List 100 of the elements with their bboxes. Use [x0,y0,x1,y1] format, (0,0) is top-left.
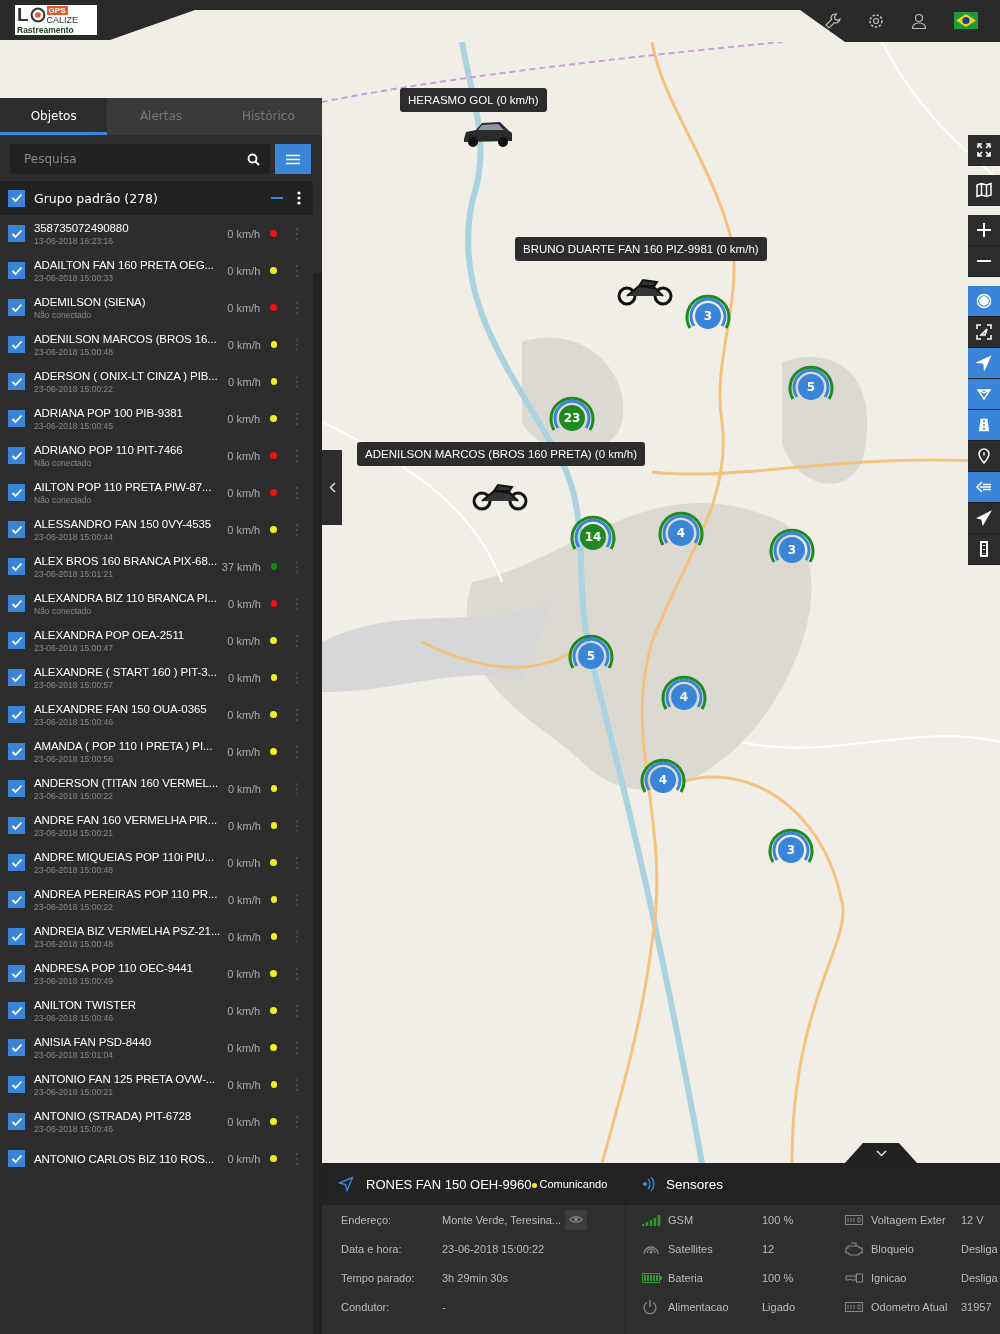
speed-text: 0 km/h [226,1152,261,1165]
checkbox[interactable] [8,1002,25,1019]
object-row[interactable]: ALESSANDRO FAN 150 0VY-4535 23-06-2018 15:00:44 0 km/h [0,511,313,548]
checkbox[interactable] [8,854,25,871]
object-row[interactable]: ANDREIA BIZ VERMELHA PSZ-21... 23-06-2018 15:00:48 0 km/h [0,918,313,955]
object-row[interactable]: ALEXANDRE ( START 160 ) PIT-3... 23-06-2018 15:00:57 0 km/h [0,659,313,696]
object-timestamp: Não conectado [34,494,93,505]
checkbox[interactable] [8,1113,25,1130]
tab[interactable]: Objetos [0,98,108,135]
object-row[interactable]: ALEXANDRA BIZ 110 BRANCA PI... Não conectado 0 km/h [0,585,313,622]
object-row[interactable]: ANDREA PEREIRAS POP 110 PR... 23-06-2018 15:00:22 0 km/h [0,881,313,918]
checkbox[interactable] [8,373,25,390]
checkbox[interactable] [8,484,25,501]
object-row[interactable]: ANDRE MIQUEIAS POP 110i PIU... 23-06-2018 15:00:48 0 km/h [0,844,313,881]
check-icon [10,193,23,203]
wrench-icon[interactable] [825,12,841,29]
checkbox[interactable] [8,299,25,316]
object-row[interactable]: ADRIANA POP 100 PIB-9381 23-06-2018 15:00:45 0 km/h [0,400,313,437]
object-row[interactable]: ANISIA FAN PSD-8440 23-06-2018 15:01:04 0 km/h [0,1029,313,1066]
frame-button[interactable] [968,317,1000,348]
user-icon[interactable] [911,12,927,29]
cluster-button[interactable] [968,286,1000,317]
object-row[interactable]: ALEXANDRE FAN 150 OUA-0365 23-06-2018 15:00:46 0 km/h [0,696,313,733]
fullscreen-button[interactable] [968,135,1000,166]
check-icon [10,1153,23,1164]
list-button[interactable] [968,472,1000,503]
checkbox[interactable] [8,706,25,723]
kebab-icon[interactable] [297,191,301,205]
checkbox[interactable] [8,336,25,353]
pointer-icon [976,510,992,526]
checkbox[interactable] [8,189,25,207]
engine-icon [845,1241,863,1256]
checkbox[interactable] [8,447,25,464]
navigate-button[interactable] [968,348,1000,379]
object-row[interactable]: ANDRESA POP 110 OEC-9441 23-06-2018 15:00:49 0 km/h [0,955,313,992]
checkbox[interactable] [8,521,25,538]
checkbox[interactable] [8,817,25,834]
speed-text: 0 km/h [226,264,261,277]
route-button[interactable] [968,379,1000,410]
object-row[interactable]: ADENILSON MARCOS (BROS 16... 23-06-2018 15:00:48 0 km/h [0,326,313,363]
view-button[interactable] [565,1209,588,1230]
speed-text: 37 km/h [220,560,261,573]
checkbox[interactable] [8,632,25,649]
group-header[interactable]: Grupo padrão (278) [0,181,313,215]
checkbox[interactable] [8,965,25,982]
checkbox[interactable] [8,780,25,797]
target-icon [29,7,46,23]
scrollbar[interactable] [313,273,322,1334]
checkbox[interactable] [8,928,25,945]
road-button[interactable] [968,410,1000,441]
object-row[interactable]: ANTONIO FAN 125 PRETA OVW-... 23-06-2018 15:00:21 0 km/h [0,1066,313,1103]
checkbox[interactable] [8,558,25,575]
object-row[interactable]: ANILTON TWISTER 23-06-2018 15:00:46 0 km/h [0,992,313,1029]
object-row[interactable]: ADEMILSON (SIENA) Não conectado 0 km/h [0,289,313,326]
search-icon[interactable] [247,152,260,166]
checkbox[interactable] [8,743,25,760]
object-row[interactable]: ADRIANO POP 110 PIT-7466 Não conectado 0 km/h [0,437,313,474]
pin-button[interactable] [968,441,1000,472]
object-name: ADRIANO POP 110 PIT-7466 [34,443,184,456]
object-row[interactable]: ADERSON ( ONIX-LT CINZA ) PIB... 23-06-2018 15:00:22 0 km/h [0,363,313,400]
object-row[interactable]: ANTONIO (STRADA) PIT-6728 23-06-2018 15:00:46 0 km/h [0,1103,313,1140]
checkbox[interactable] [8,1039,25,1056]
traffic-button[interactable] [968,534,1000,565]
object-row[interactable]: ANDRE FAN 160 VERMELHA PIR... 23-06-2018 15:00:21 0 km/h [0,807,313,844]
object-row[interactable]: ALEX BROS 160 BRANCA PIX-68... 23-06-2018 15:01:21 37 km/h [0,548,313,585]
settings-icon[interactable] [868,12,884,29]
menu-button[interactable] [275,144,311,174]
zoom-out-button[interactable] [968,246,1000,277]
field-value: Monte Verde, Teresina... [442,1213,562,1226]
sensor-value: Desliga [961,1242,998,1255]
object-name: AMANDA ( POP 110 I PRETA ) PI... [34,739,214,752]
object-row[interactable]: ANDERSON (TITAN 160 VERMEL... 23-06-2018 15:00:22 0 km/h [0,770,313,807]
checkbox[interactable] [8,891,25,908]
checkbox[interactable] [8,595,25,612]
object-row[interactable]: AILTON POP 110 PRETA PIW-87... Não conectado 0 km/h [0,474,313,511]
map-button[interactable] [968,175,1000,206]
object-row[interactable]: AMANDA ( POP 110 I PRETA ) PI... 23-06-2018 15:00:56 0 km/h [0,733,313,770]
checkbox[interactable] [8,669,25,686]
sensor-label: Ignicao [871,1271,908,1284]
object-timestamp: 23-06-2018 15:00:45 [34,420,114,431]
checkbox[interactable] [8,262,25,279]
object-row[interactable]: ANTONIO CARLOS BIZ 110 ROS... 0 km/h [0,1140,313,1177]
object-timestamp: 23-06-2018 15:00:49 [34,975,114,986]
object-row[interactable]: 358735072490880 13-06-2018 16:23:16 0 km/h [0,215,313,252]
check-icon [10,265,23,276]
checkbox[interactable] [8,410,25,427]
pointer-button[interactable] [968,503,1000,534]
flag-icon[interactable] [954,12,978,29]
object-row[interactable]: ALEXANDRA POP OEA-2511 23-06-2018 15:00:47 0 km/h [0,622,313,659]
checkbox[interactable] [8,1076,25,1093]
object-row[interactable]: ADAILTON FAN 160 PRETA OEG... 23-06-2018 15:00:33 0 km/h [0,252,313,289]
check-icon [10,524,23,535]
search-field[interactable]: Pesquisa [10,144,270,174]
speed-text: 0 km/h [226,967,261,980]
object-name: ANILTON TWISTER [34,998,137,1011]
checkbox[interactable] [8,1150,25,1167]
search-input[interactable]: Pesquisa [22,151,247,167]
checkbox[interactable] [8,225,25,242]
object-timestamp: 23-06-2018 15:00:48 [34,346,114,357]
zoom-in-button[interactable] [968,215,1000,246]
